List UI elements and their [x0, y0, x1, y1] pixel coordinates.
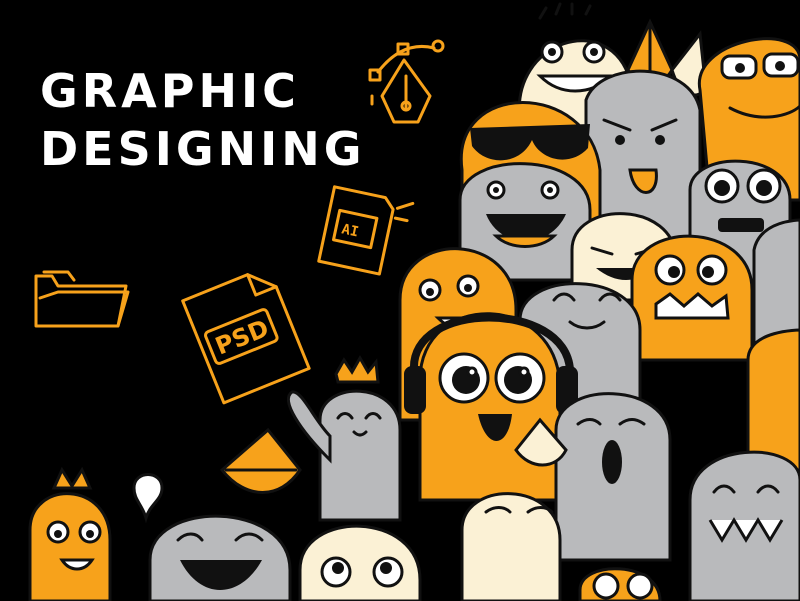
monster-headphones — [418, 312, 562, 502]
speech-bubble — [132, 473, 164, 524]
monster-orange-edge — [746, 328, 800, 472]
ai-label: AI — [340, 221, 360, 240]
leaf-left-orange — [219, 427, 302, 494]
monster-orange-bottom-left — [28, 492, 112, 601]
monster-gray-waving — [318, 389, 402, 522]
monster-cream-sleepy — [460, 492, 562, 601]
doodle-illustration: .o { fill: #F7A21B; stroke: #111; stroke… — [28, 2, 800, 601]
crown — [334, 354, 380, 384]
ai-file-icon: AI — [317, 185, 415, 276]
pen-tool-icon — [368, 39, 445, 124]
monster-crowd — [28, 2, 800, 601]
graphic-designing-poster: GRAPHIC DESIGNING .o { fill: #F7A21B; st… — [0, 0, 800, 601]
folder-icon — [34, 270, 130, 328]
monster-cream-bottom — [298, 524, 422, 601]
psd-file-icon: PSD — [181, 273, 311, 405]
